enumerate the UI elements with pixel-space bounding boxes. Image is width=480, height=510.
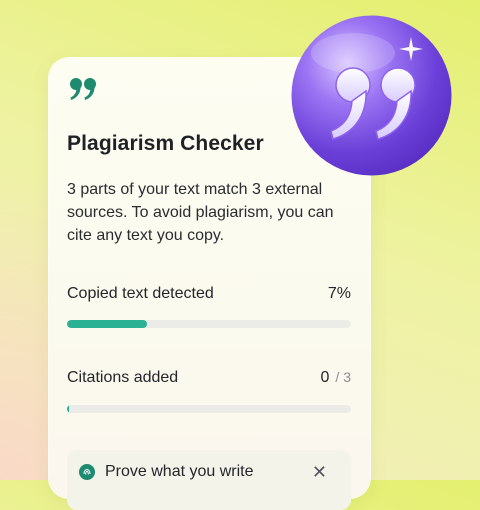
citations-row: Citations added 0 / 3 <box>67 367 351 389</box>
citations-progress-bar <box>67 405 351 413</box>
quotation-mark-orb-icon <box>291 15 452 176</box>
citations-progress-fill <box>67 405 69 413</box>
copied-text-progress-bar <box>67 320 351 328</box>
citations-total: / 3 <box>335 369 351 385</box>
copied-text-row: Copied text detected 7% <box>67 283 351 305</box>
copied-text-progress-fill <box>67 320 147 328</box>
prove-banner[interactable]: Prove what you write ✕ <box>67 450 351 510</box>
quotation-mark-icon <box>70 78 96 100</box>
copied-text-value: 7% <box>327 285 351 302</box>
citations-label: Citations added <box>67 369 179 386</box>
citations-count: 0 <box>320 369 330 386</box>
banner-text: Prove what you write <box>105 463 254 480</box>
citations-value-group: 0 / 3 <box>321 369 351 387</box>
card-title: Plagiarism Checker <box>67 132 264 155</box>
fingerprint-icon <box>79 464 95 480</box>
card-description: 3 parts of your text match 3 external so… <box>67 181 334 244</box>
copied-text-label: Copied text detected <box>67 285 214 302</box>
